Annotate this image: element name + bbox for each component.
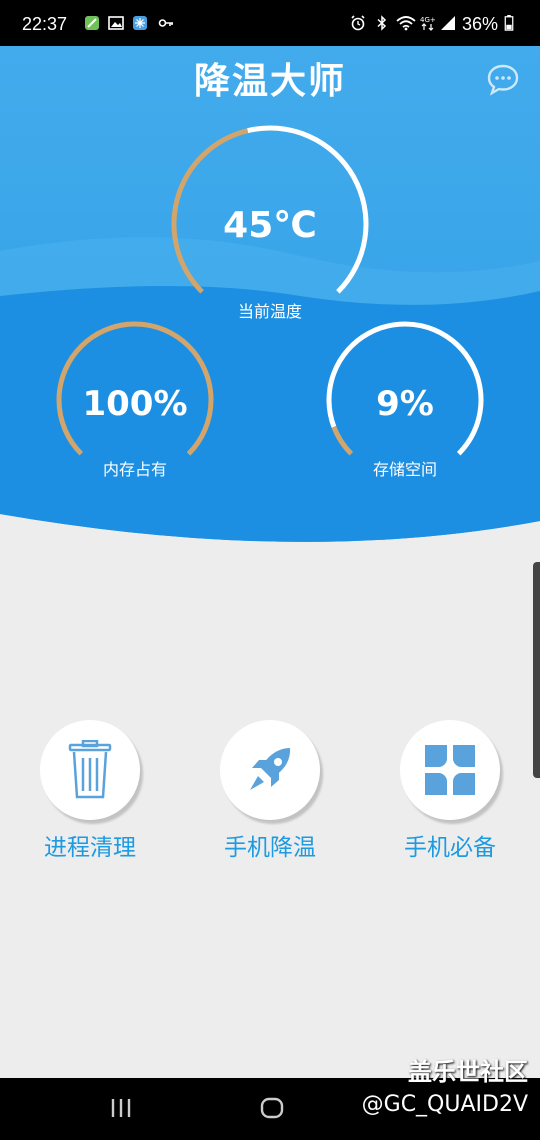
battery-percent: 36% (461, 14, 498, 34)
phone-cool-button[interactable]: 手机降温 (190, 720, 350, 862)
alarm-icon (351, 15, 365, 31)
temperature-value: 45℃ (223, 205, 317, 246)
rocket-icon (250, 748, 291, 790)
app-grid-icon (425, 745, 475, 795)
memory-value: 100% (82, 384, 188, 424)
watermark-community: 盖乐世社区 (408, 1058, 528, 1086)
app-title: 降温大师 (193, 61, 346, 102)
storage-value: 9% (376, 384, 434, 424)
bluetooth-icon (377, 15, 387, 31)
key-icon (158, 19, 173, 27)
phone-essentials-button[interactable]: 手机必备 (370, 720, 530, 862)
svg-text:4G+: 4G+ (420, 16, 436, 24)
wifi-icon (396, 16, 416, 31)
home-icon[interactable] (260, 1097, 284, 1119)
phone-cool-label: 手机降温 (224, 835, 316, 861)
phone-cool-circle[interactable] (220, 720, 320, 820)
recent-apps-icon[interactable] (110, 1098, 132, 1118)
phone-essentials-circle[interactable] (400, 720, 500, 820)
battery-icon (504, 15, 514, 31)
trash-icon (68, 740, 112, 799)
4g-icon: 4G+ (420, 16, 436, 31)
process-clean-label: 进程清理 (44, 835, 136, 861)
snowflake-app-icon (133, 16, 147, 30)
signal-icon (441, 16, 455, 30)
status-time: 22:37 (22, 14, 68, 34)
process-clean-button[interactable]: 进程清理 (10, 720, 170, 862)
edge-panel-handle[interactable] (533, 562, 540, 778)
image-icon (108, 16, 124, 30)
watermark-handle: @GC_QUAID2V (361, 1092, 528, 1117)
storage-label: 存储空间 (372, 460, 437, 479)
chat-bubble-icon[interactable] (486, 62, 520, 96)
memory-label: 内存占有 (102, 460, 167, 479)
process-clean-circle[interactable] (40, 720, 140, 820)
feather-app-icon (85, 16, 99, 30)
storage-level-arc (331, 425, 354, 456)
status-bar: 22:37 4G+ 36% (0, 0, 540, 46)
phone-essentials-label: 手机必备 (404, 835, 496, 861)
